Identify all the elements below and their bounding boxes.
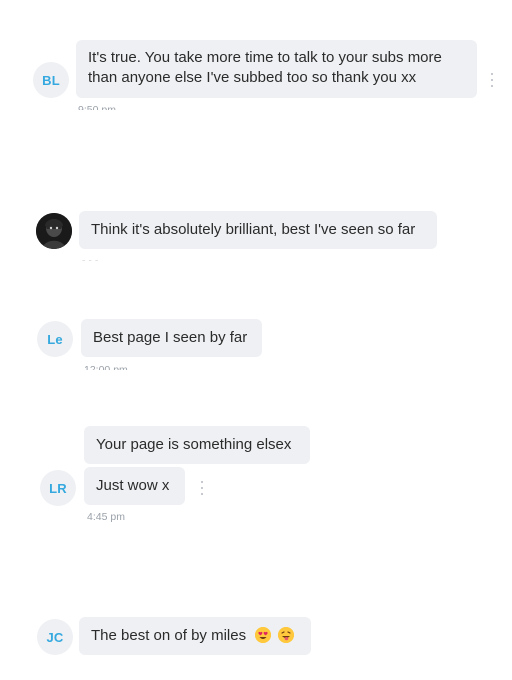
heart-eyes-emoji-icon	[255, 627, 272, 643]
message-bubble[interactable]: Best page I seen by far	[81, 319, 262, 357]
message-bubble[interactable]: Just wow x	[84, 467, 185, 505]
grinning-tongue-emoji-icon	[278, 627, 295, 643]
message-timestamp: 12:00 pm	[84, 364, 128, 370]
message-text: Best page I seen by far	[93, 329, 248, 346]
message-timestamp: 9:50 pm	[78, 104, 116, 110]
message-timestamp: - - -	[82, 255, 99, 261]
message-bubble[interactable]: Think it's absolutely brilliant, best I'…	[79, 211, 437, 249]
avatar-initials: JC	[46, 629, 64, 645]
message-bubble[interactable]: The best on of by miles	[79, 617, 311, 655]
message-text: It's true. You take more time to talk to…	[88, 49, 442, 86]
more-options-icon[interactable]	[197, 481, 207, 495]
chat-thread: BL It's true. You take more time to talk…	[0, 0, 512, 680]
message-text: Your page is something elsex	[96, 436, 292, 453]
message-text: Think it's absolutely brilliant, best I'…	[91, 221, 416, 238]
more-options-icon[interactable]	[487, 73, 497, 87]
avatar-initials: BL	[42, 72, 60, 88]
avatar-initials: LR	[49, 480, 67, 496]
avatar-photo[interactable]	[36, 213, 72, 249]
avatar-initials: Le	[47, 331, 63, 347]
message-text: The best on of by miles	[91, 627, 247, 644]
avatar-le[interactable]: Le	[37, 321, 73, 357]
avatar-bl[interactable]: BL	[33, 62, 69, 98]
avatar-lr[interactable]: LR	[40, 470, 76, 506]
message-bubble[interactable]: Your page is something elsex	[84, 426, 310, 464]
message-timestamp: 4:45 pm	[87, 511, 125, 523]
avatar-jc[interactable]: JC	[37, 619, 73, 655]
profile-photo-icon	[36, 213, 72, 249]
message-bubble[interactable]: It's true. You take more time to talk to…	[76, 40, 477, 98]
message-text: Just wow x	[96, 477, 170, 494]
